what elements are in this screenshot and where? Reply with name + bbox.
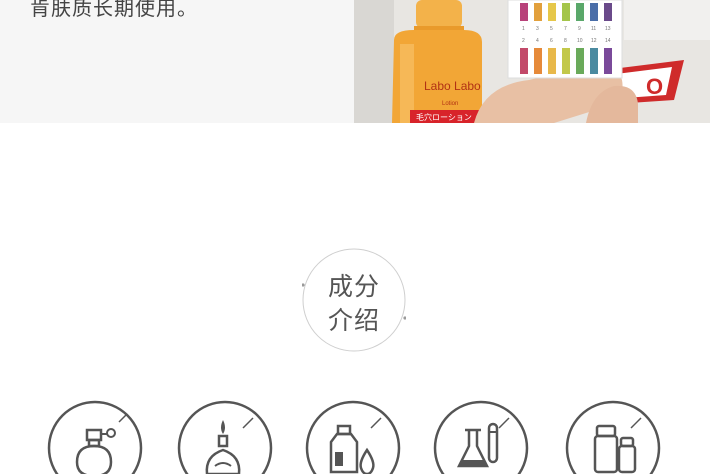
strip-num-3: 3 — [536, 26, 539, 32]
strip-num-14: 14 — [605, 38, 611, 44]
strip-num-12: 12 — [591, 38, 597, 44]
bottle-drop-icon — [305, 400, 401, 474]
intro-text: 肯肤质长期使用。 — [30, 0, 198, 20]
intro-text-panel: 肯肤质长期使用。 — [0, 0, 354, 123]
section-title-badge: 成分 介绍 — [301, 248, 407, 352]
product-photo: O Labo Labo Lotion 毛穴ローション 1 3 5 7 9 11 … — [354, 0, 710, 123]
strip-num-6: 6 — [550, 38, 553, 44]
lab-flask-icon — [433, 400, 529, 474]
strip-num-7: 7 — [564, 26, 567, 32]
strip-num-11: 11 — [591, 26, 596, 32]
bottle-label-jp: 毛穴ローション — [416, 112, 472, 122]
perfume-bottle-icon — [47, 400, 143, 474]
photo-illustration: O Labo Labo Lotion 毛穴ローション 1 3 5 7 9 11 … — [354, 0, 710, 123]
strip-num-8: 8 — [564, 38, 567, 44]
vials-icon — [565, 400, 661, 474]
strip-num-13: 13 — [605, 26, 611, 32]
bottle-sub: Lotion — [442, 101, 458, 107]
strip-num-10: 10 — [577, 38, 583, 44]
strip-num-4: 4 — [536, 38, 539, 44]
strip-num-9: 9 — [578, 26, 581, 32]
ingredient-icon-row — [0, 400, 710, 474]
strip-num-5: 5 — [550, 26, 553, 32]
section-title-line2: 介绍 — [327, 306, 380, 335]
bottle-brand: Labo Labo — [424, 79, 481, 93]
oil-lamp-icon — [177, 400, 273, 474]
strip-num-2: 2 — [522, 38, 525, 44]
strip-num-1: 1 — [522, 26, 525, 32]
svg-text:O: O — [646, 74, 663, 99]
ph-chart-card: 1 3 5 7 9 11 13 2 4 6 8 10 12 14 — [507, 0, 623, 79]
section-title-line1: 成分 — [327, 272, 380, 301]
